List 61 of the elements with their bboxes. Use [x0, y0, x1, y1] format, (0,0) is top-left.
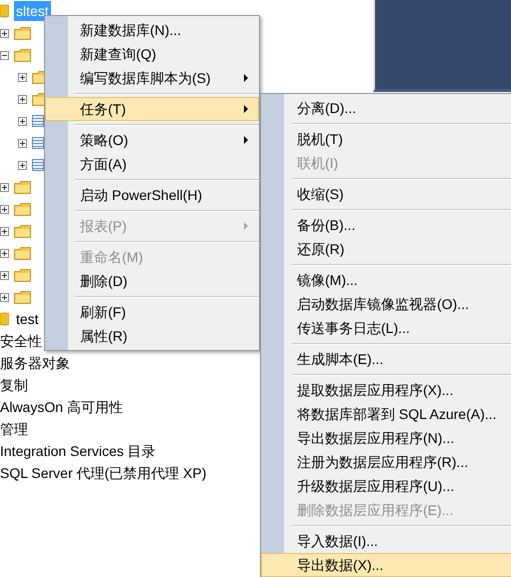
submenu-arrow-icon	[244, 222, 248, 230]
menu-item[interactable]: 导入数据(I)...	[261, 529, 511, 553]
collapse-icon[interactable]	[0, 50, 9, 60]
expand-icon[interactable]	[18, 138, 27, 148]
tree-node-label[interactable]: 复制	[0, 374, 28, 396]
menu-item[interactable]: 收缩(S)	[261, 182, 511, 206]
submenu-arrow-icon	[244, 136, 248, 144]
folder-icon	[14, 202, 31, 216]
database-icon	[0, 3, 9, 19]
expand-icon[interactable]	[18, 116, 27, 126]
expand-icon[interactable]	[0, 292, 9, 302]
menu-item[interactable]: 升级数据层应用程序(U)...	[261, 474, 511, 498]
menu-item[interactable]: 属性(R)	[45, 324, 259, 348]
submenu-arrow-icon	[244, 74, 248, 82]
expand-icon[interactable]	[0, 182, 9, 192]
menu-item[interactable]: 启动数据库镜像监视器(O)...	[261, 292, 511, 316]
folder-icon	[14, 246, 31, 260]
menu-item[interactable]: 方面(A)	[45, 152, 259, 176]
menu-item[interactable]: 启动 PowerShell(H)	[45, 183, 259, 207]
expand-icon[interactable]	[0, 204, 9, 214]
menu-item[interactable]: 备份(B)...	[261, 213, 511, 237]
expand-icon[interactable]	[0, 248, 9, 258]
menu-item[interactable]: 还原(R)	[261, 237, 511, 261]
expand-icon[interactable]	[18, 72, 27, 82]
folder-icon	[14, 224, 31, 238]
submenu-arrow-icon	[244, 105, 248, 113]
expand-icon[interactable]	[0, 270, 9, 280]
menu-item[interactable]: 脱机(T)	[261, 127, 511, 151]
menu-item[interactable]: 传送事务日志(L)...	[261, 316, 511, 340]
tree-node-label[interactable]: Integration Services 目录	[0, 440, 156, 462]
database-icon	[0, 311, 9, 327]
menu-item[interactable]: 镜像(M)...	[261, 268, 511, 292]
folder-icon	[14, 290, 31, 304]
menu-item[interactable]: 将数据库部署到 SQL Azure(A)...	[261, 402, 511, 426]
folder-icon	[14, 26, 31, 40]
menu-item[interactable]: 编写数据库脚本为(S)	[45, 66, 259, 90]
tree-node-label[interactable]: AlwaysOn 高可用性	[0, 396, 123, 418]
expand-icon[interactable]	[0, 28, 9, 38]
tree-node-label[interactable]: SQL Server 代理(已禁用代理 XP)	[0, 462, 206, 484]
expand-icon[interactable]	[18, 94, 27, 104]
folder-icon	[14, 180, 31, 194]
menu-item[interactable]: 任务(T)	[45, 97, 259, 121]
menu-item[interactable]: 新建数据库(N)...	[45, 18, 259, 42]
tree-node-label[interactable]: 管理	[0, 418, 28, 440]
menu-item[interactable]: 注册为数据层应用程序(R)...	[261, 450, 511, 474]
expand-icon[interactable]	[18, 160, 27, 170]
tree-node-label[interactable]: test	[14, 309, 41, 329]
expand-icon[interactable]	[0, 226, 9, 236]
menu-item[interactable]: 生成脚本(E)...	[261, 347, 511, 371]
menu-item[interactable]: 删除(D)	[45, 269, 259, 293]
menu-item[interactable]: 导出数据(X)...	[261, 553, 511, 577]
menu-item[interactable]: 导出数据层应用程序(N)...	[261, 426, 511, 450]
menu-item[interactable]: 刷新(F)	[45, 300, 259, 324]
folder-icon	[14, 48, 31, 62]
menu-item[interactable]: 提取数据层应用程序(X)...	[261, 378, 511, 402]
folder-icon	[14, 268, 31, 282]
tree-node-label[interactable]: 安全性	[0, 330, 42, 352]
tree-node-label[interactable]: 服务器对象	[0, 352, 70, 374]
menu-item[interactable]: 策略(O)	[45, 128, 259, 152]
menu-item[interactable]: 分离(D)...	[261, 96, 511, 120]
menu-item[interactable]: 新建查询(Q)	[45, 42, 259, 66]
